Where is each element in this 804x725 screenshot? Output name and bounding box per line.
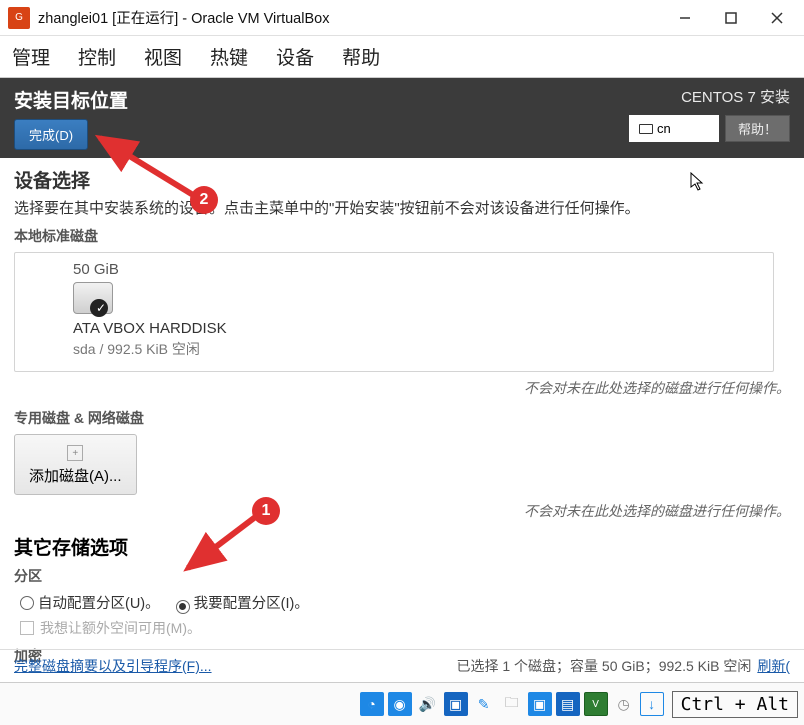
annotation-badge-2: 2 [190, 186, 218, 214]
menubar: 管理 控制 视图 热键 设备 帮助 [0, 36, 804, 78]
disk-note-2: 不会对未在此处选择的磁盘进行任何操作。 [0, 495, 804, 525]
partition-label: 分区 [14, 566, 790, 586]
done-button[interactable]: 完成(D) [14, 119, 88, 150]
menu-manage[interactable]: 管理 [12, 43, 50, 70]
maximize-button[interactable] [708, 0, 754, 36]
menu-help[interactable]: 帮助 [342, 43, 380, 70]
storage-section-title: 其它存储选项 [14, 533, 790, 560]
virtualbox-icon: G [8, 7, 30, 29]
disk-card[interactable]: 50 GiB ✓ ATA VBOX HARDDISK sda / 992.5 K… [14, 252, 774, 372]
menu-hotkey[interactable]: 热键 [210, 43, 248, 70]
storage-options: 其它存储选项 分区 自动配置分区(U)。 我要配置分区(I)。 我想让额外空间可… [0, 533, 804, 638]
page-title: 安装目标位置 [14, 86, 629, 113]
guest-additions-icon[interactable]: V [584, 692, 608, 716]
local-disk-heading: 本地标准磁盘 [14, 226, 790, 246]
close-button[interactable] [754, 0, 800, 36]
disk-capacity: 50 GiB [73, 261, 715, 278]
window-title: zhanglei01 [正在运行] - Oracle VM VirtualBox [38, 7, 662, 28]
display-icon[interactable]: ▣ [528, 692, 552, 716]
radio-manual-partition[interactable]: 我要配置分区(I)。 [176, 592, 309, 614]
disk-note-1: 不会对未在此处选择的磁盘进行任何操作。 [0, 372, 804, 402]
annotation-arrow-1 [178, 510, 268, 580]
menu-control[interactable]: 控制 [78, 43, 116, 70]
annotation-badge-1: 1 [252, 497, 280, 525]
disk-model: ATA VBOX HARDDISK [73, 320, 715, 337]
selection-status: 已选择 1 个磁盘；容量 50 GiB；992.5 KiB 空闲 [456, 656, 751, 676]
virtualbox-statusbar: ◔ ◉ 🔊 ▣ ✎ 🗀 ▣ ▤ V ◷ ↓ Ctrl + Alt [0, 682, 804, 725]
audio-icon[interactable]: 🔊 [416, 692, 440, 716]
keyboard-layout[interactable]: cn [629, 115, 719, 142]
full-disk-summary-link[interactable]: 完整磁盘摘要以及引导程序(F)... [14, 656, 212, 676]
distro-label: CENTOS 7 安装 [629, 86, 790, 107]
plus-icon: + [67, 445, 83, 461]
checkbox-icon [20, 621, 34, 635]
special-disk-heading: 专用磁盘 & 网络磁盘 [14, 408, 790, 428]
usb-icon[interactable]: ✎ [472, 692, 496, 716]
help-button[interactable]: 帮助！ [725, 115, 790, 142]
menu-device[interactable]: 设备 [276, 43, 314, 70]
summary-bar: 完整磁盘摘要以及引导程序(F)... 已选择 1 个磁盘；容量 50 GiB；9… [0, 649, 804, 682]
radio-auto-partition[interactable]: 自动配置分区(U)。 [20, 592, 160, 613]
locale-code: cn [657, 121, 671, 136]
menu-view[interactable]: 视图 [144, 43, 182, 70]
mouse-integration-icon[interactable]: ↓ [640, 692, 664, 716]
harddisk-icon: ✓ [73, 282, 113, 314]
mouse-cursor-icon [690, 172, 704, 192]
minimize-button[interactable] [662, 0, 708, 36]
add-disk-label: 添加磁盘(A)... [29, 465, 122, 486]
checkbox-extra-space: 我想让额外空间可用(M)。 [20, 618, 790, 638]
network-icon[interactable]: ▣ [444, 692, 468, 716]
hdd-activity-icon[interactable]: ◔ [360, 692, 384, 716]
add-disk-button[interactable]: + 添加磁盘(A)... [14, 434, 137, 495]
recording-icon[interactable]: ▤ [556, 692, 580, 716]
optical-drive-icon[interactable]: ◉ [388, 692, 412, 716]
keyboard-icon [639, 124, 653, 134]
cpu-icon[interactable]: ◷ [612, 692, 636, 716]
disk-subinfo: sda / 992.5 KiB 空闲 [73, 339, 715, 359]
host-key-indicator: Ctrl + Alt [672, 691, 798, 718]
refresh-link[interactable]: 刷新( [757, 656, 790, 676]
shared-folder-icon[interactable]: 🗀 [500, 692, 524, 716]
window-titlebar: G zhanglei01 [正在运行] - Oracle VM VirtualB… [0, 0, 804, 36]
